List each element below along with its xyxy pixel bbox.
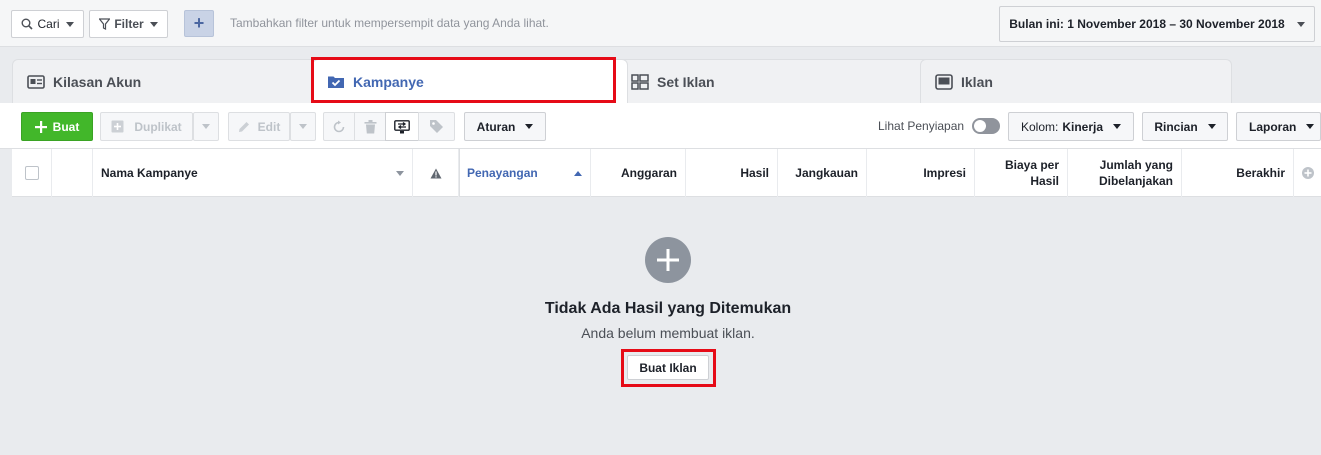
- column-impressions-label: Impresi: [923, 166, 966, 180]
- account-overview-icon: [27, 74, 45, 89]
- ab-test-button[interactable]: [385, 112, 419, 141]
- empty-state-title: Tidak Ada Hasil yang Ditemukan: [544, 300, 792, 317]
- plus-icon: [657, 249, 679, 271]
- chevron-down-icon: [149, 21, 158, 27]
- plus-icon: [34, 120, 47, 133]
- chevron-down-icon: [299, 124, 307, 129]
- add-filter-button[interactable]: +: [184, 10, 214, 37]
- column-header-impressions[interactable]: Impresi: [867, 149, 975, 197]
- pencil-icon: [238, 121, 249, 132]
- create-ad-highlight: [621, 349, 716, 387]
- search-button[interactable]: Cari: [11, 10, 84, 38]
- tab-ad-sets[interactable]: Set Iklan: [616, 59, 932, 103]
- column-spent-label-line1: Jumlah yang: [1099, 158, 1173, 172]
- edit-label: Edit: [257, 119, 281, 134]
- plus-icon: +: [193, 13, 205, 33]
- column-results-label: Hasil: [740, 166, 769, 180]
- edit-dropdown[interactable]: [290, 112, 316, 141]
- add-column-button[interactable]: [1294, 149, 1321, 197]
- columns-prefix: Kolom:: [1020, 119, 1059, 134]
- date-range-label: Bulan ini: 1 November 2018 – 30 November…: [1009, 17, 1285, 31]
- duplicate-icon: [111, 120, 124, 133]
- tab-ads[interactable]: Iklan: [920, 59, 1232, 103]
- chevron-down-icon: [202, 124, 210, 129]
- column-header-warnings[interactable]: [413, 149, 459, 197]
- column-header-budget[interactable]: Anggaran: [591, 149, 686, 197]
- create-label: Buat: [52, 119, 80, 134]
- breakdown-button[interactable]: Rincian: [1142, 112, 1228, 141]
- rules-label: Aturan: [476, 119, 516, 134]
- date-range-button[interactable]: Bulan ini: 1 November 2018 – 30 November…: [999, 6, 1315, 42]
- warning-icon: [430, 168, 441, 178]
- sort-down-icon: [396, 170, 404, 176]
- tab-label: Kilasan Akun: [53, 73, 142, 90]
- column-cost-label-line1: Biaya per: [1004, 158, 1059, 172]
- column-ends-label: Berakhir: [1236, 166, 1285, 180]
- ad-monitor-icon: [935, 73, 953, 90]
- select-all-cell: [12, 149, 52, 197]
- preview-setup-label: Lihat Penyiapan: [878, 119, 965, 133]
- column-delivery-label: Penayangan: [467, 166, 538, 180]
- reports-button[interactable]: Laporan: [1236, 112, 1321, 141]
- toggle-column-header: [52, 149, 93, 197]
- trash-icon: [364, 119, 376, 133]
- plus-circle-icon: [1301, 167, 1314, 179]
- column-header-amount-spent[interactable]: Jumlah yang Dibelanjakan: [1068, 149, 1182, 197]
- tab-label: Set Iklan: [657, 73, 715, 90]
- tag-button[interactable]: [418, 112, 455, 141]
- sort-up-icon: [574, 170, 582, 176]
- rules-button[interactable]: Aturan: [464, 112, 546, 141]
- chevron-down-icon: [1207, 124, 1216, 129]
- duplicate-label: Duplikat: [134, 119, 182, 134]
- filter-bar: Cari Filter + Tambahkan filter untuk mem…: [0, 0, 1321, 47]
- column-spent-label-line2: Dibelanjakan: [1098, 174, 1173, 188]
- column-name-label: Nama Kampanye: [101, 166, 198, 180]
- empty-state-subtitle: Anda belum membuat iklan.: [581, 325, 755, 341]
- level-tabs: Kilasan Akun Set Iklan Iklan Kampanye: [0, 48, 1321, 103]
- duplicate-dropdown[interactable]: [193, 112, 219, 141]
- filter-hint: Tambahkan filter untuk mempersempit data…: [230, 16, 549, 30]
- chevron-down-icon: [65, 21, 74, 27]
- empty-state-plus-icon: [645, 237, 691, 283]
- table-header: Nama Kampanye Penayangan Anggaran Hasil …: [12, 149, 1321, 197]
- column-header-reach[interactable]: Jangkauan: [778, 149, 867, 197]
- column-header-results[interactable]: Hasil: [686, 149, 778, 197]
- chevron-down-icon: [1306, 124, 1315, 129]
- search-icon: [21, 18, 34, 30]
- column-header-cost-per-result[interactable]: Biaya per Hasil: [975, 149, 1068, 197]
- columns-value: Kinerja: [1062, 119, 1104, 134]
- column-header-delivery[interactable]: Penayangan: [459, 149, 591, 197]
- column-budget-label: Anggaran: [620, 166, 677, 180]
- preview-setup-toggle[interactable]: [972, 118, 1000, 134]
- chevron-down-icon: [1296, 21, 1305, 27]
- refresh-button[interactable]: [323, 112, 355, 141]
- ad-set-grid-icon: [631, 73, 649, 90]
- column-reach-label: Jangkauan: [795, 166, 858, 180]
- filter-label: Filter: [114, 17, 144, 31]
- ab-test-icon: [394, 119, 410, 133]
- edit-button[interactable]: Edit: [228, 112, 290, 141]
- campaign-tab-highlight: [311, 57, 616, 103]
- action-toolbar: Buat Duplikat Edit Aturan Lihat Penyiapa…: [0, 103, 1321, 149]
- reports-label: Laporan: [1249, 119, 1297, 134]
- column-cost-label-line2: Hasil: [1030, 174, 1059, 188]
- search-label: Cari: [37, 17, 60, 31]
- delete-button[interactable]: [354, 112, 386, 141]
- funnel-icon: [99, 18, 111, 30]
- chevron-down-icon: [1113, 124, 1122, 129]
- create-button[interactable]: Buat: [21, 112, 93, 141]
- tag-icon: [430, 120, 443, 133]
- tab-account-overview[interactable]: Kilasan Akun: [12, 59, 317, 103]
- refresh-icon: [333, 120, 345, 132]
- chevron-down-icon: [525, 124, 534, 129]
- filter-button[interactable]: Filter: [89, 10, 168, 38]
- columns-button[interactable]: Kolom: Kinerja: [1008, 112, 1134, 141]
- column-header-name[interactable]: Nama Kampanye: [93, 149, 413, 197]
- breakdown-label: Rincian: [1154, 119, 1198, 134]
- column-header-ends[interactable]: Berakhir: [1182, 149, 1294, 197]
- tab-label: Iklan: [961, 73, 993, 90]
- duplicate-button[interactable]: Duplikat: [100, 112, 193, 141]
- select-all-checkbox[interactable]: [24, 166, 39, 180]
